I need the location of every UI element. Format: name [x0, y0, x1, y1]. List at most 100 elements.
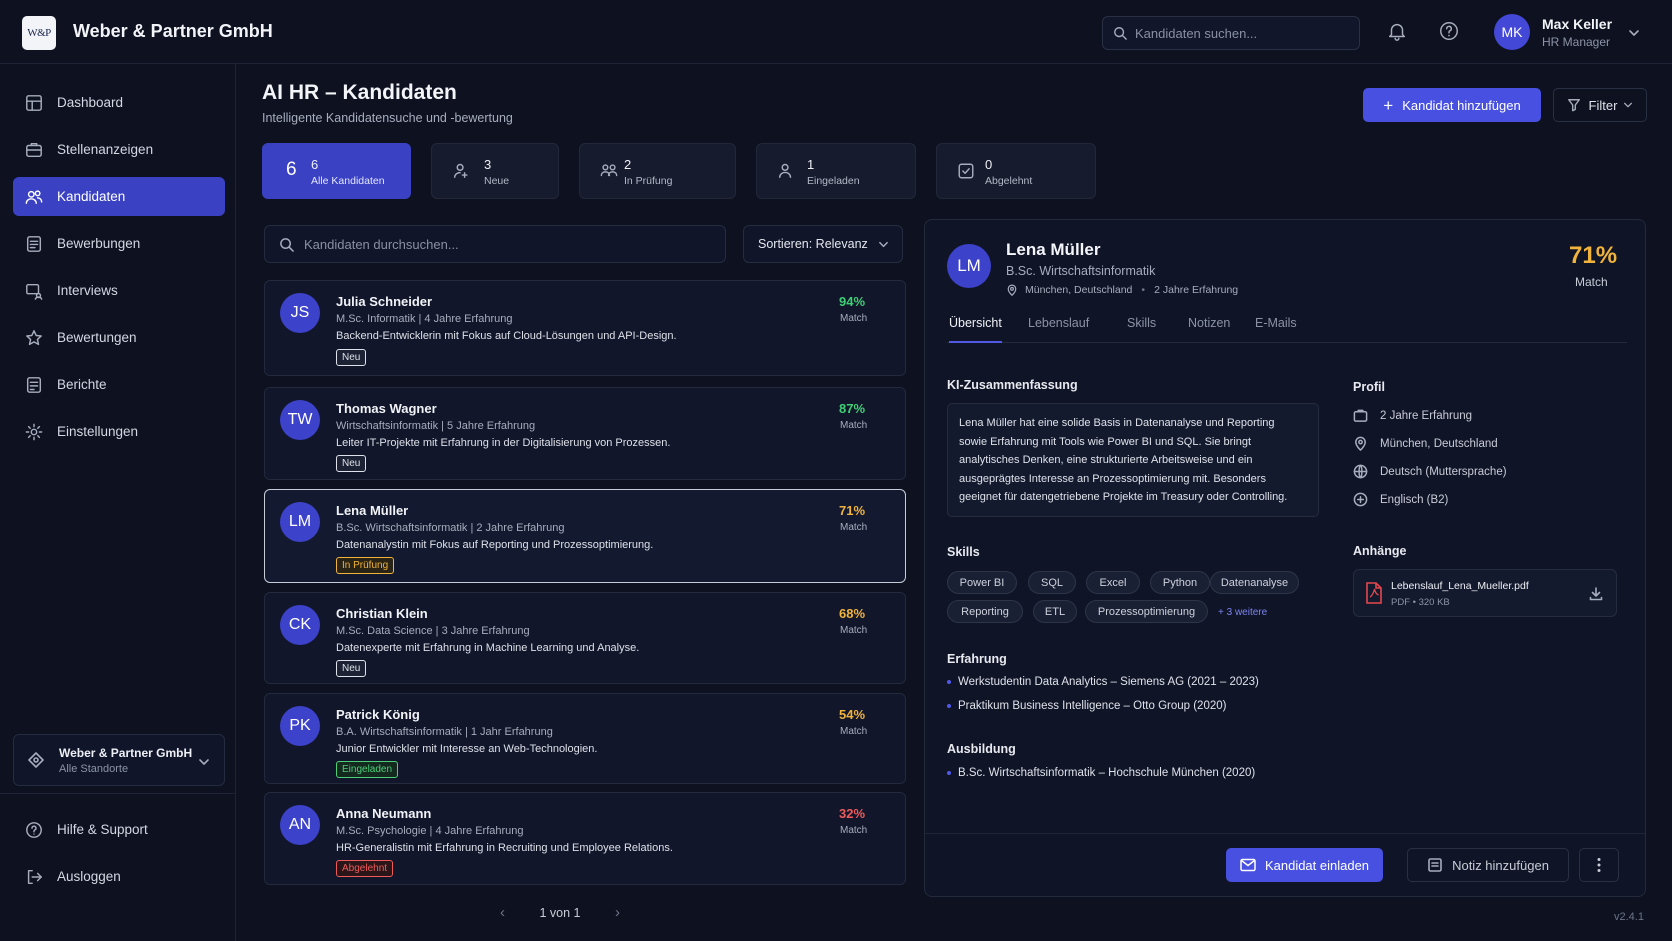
sidebar-item-label: Interviews — [57, 283, 118, 298]
candidate-name: Christian Klein — [336, 606, 428, 621]
profile-title: Profil — [1353, 380, 1385, 394]
avatar: JS — [280, 293, 320, 333]
sidebar-item-interviews[interactable]: Interviews — [13, 271, 225, 310]
document-icon — [26, 235, 42, 252]
skill-chip[interactable]: Excel — [1086, 571, 1140, 594]
detail-meta: München, Deutschland • 2 Jahre Erfahrung — [1006, 284, 1238, 296]
user-role: HR Manager — [1542, 35, 1611, 49]
skill-chip[interactable]: SQL — [1028, 571, 1076, 594]
experience-text: Werkstudentin Data Analytics – Siemens A… — [958, 676, 1259, 688]
sort-select[interactable]: Sortieren: Relevanz — [743, 225, 903, 263]
stat-label: Eingeladen — [807, 175, 860, 187]
sidebar-item-kandidaten[interactable]: Kandidaten — [13, 177, 225, 216]
org-switcher[interactable]: Weber & Partner GmbH Alle Standorte — [13, 734, 225, 786]
prev-page-icon[interactable]: ‹ — [500, 904, 505, 921]
stat-label: In Prüfung — [624, 175, 673, 187]
tab-skills[interactable]: Skills — [1127, 316, 1156, 343]
sidebar-item-dashboard[interactable]: Dashboard — [13, 83, 225, 122]
avatar: AN — [280, 805, 320, 845]
candidate-card-julia-schneider[interactable]: JS Julia Schneider M.Sc. Informatik | 4 … — [264, 280, 906, 376]
skill-chip[interactable]: ETL — [1033, 600, 1077, 623]
summary-line: Lena Müller hat eine solide Basis in Dat… — [959, 417, 1275, 429]
stat-number: 6 — [311, 157, 319, 172]
rejected-icon — [958, 163, 974, 179]
help-icon[interactable] — [1438, 20, 1460, 42]
org-sub: Alle Standorte — [59, 763, 129, 775]
sidebar-item-help[interactable]: Hilfe & Support — [13, 810, 225, 849]
candidate-education: M.Sc. Informatik | 4 Jahre Erfahrung — [336, 313, 513, 325]
match-percent: 32% — [839, 806, 866, 821]
status-badge: Abgelehnt — [336, 860, 394, 877]
sidebar-item-bewertungen[interactable]: Bewertungen — [13, 318, 225, 357]
match-percent: 68% — [839, 606, 866, 621]
stat-invited[interactable]: 1 Eingeladen — [756, 143, 916, 199]
detail-name: Lena Müller — [1006, 240, 1101, 259]
stat-number: 2 — [624, 157, 632, 172]
skill-chip[interactable]: Prozessoptimierung — [1085, 600, 1208, 623]
briefcase-icon — [26, 142, 42, 157]
stat-all-candidates[interactable]: 6 6 Alle Kandidaten — [262, 143, 411, 199]
page-title: AI HR – Kandidaten — [262, 81, 457, 104]
candidate-detail-panel: LM Lena Müller B.Sc. Wirtschaftsinformat… — [924, 219, 1646, 897]
add-note-button[interactable]: Notiz hinzufügen — [1407, 848, 1569, 882]
experience-title: Erfahrung — [947, 652, 1007, 666]
avatar: LM — [947, 244, 991, 288]
skill-chip[interactable]: Power BI — [947, 571, 1017, 594]
candidate-card-lena-mueller[interactable]: LM Lena Müller B.Sc. Wirtschaftsinformat… — [264, 489, 906, 583]
add-candidate-button[interactable]: + Kandidat hinzufügen — [1363, 88, 1541, 122]
candidate-description: Junior Entwickler mit Interesse an Web-T… — [336, 743, 598, 755]
candidate-search[interactable] — [264, 225, 726, 263]
search-icon — [1114, 27, 1127, 40]
sidebar-item-berichte[interactable]: Berichte — [13, 365, 225, 404]
candidate-card-anna-neumann[interactable]: AN Anna Neumann M.Sc. Psychologie | 4 Ja… — [264, 792, 906, 885]
tab-notizen[interactable]: Notizen — [1188, 316, 1230, 343]
download-icon[interactable] — [1588, 586, 1604, 602]
tab-lebenslauf[interactable]: Lebenslauf — [1028, 316, 1089, 343]
detail-experience: 2 Jahre Erfahrung — [1154, 284, 1239, 296]
stat-big-number: 6 — [286, 159, 297, 180]
tab-emails[interactable]: E-Mails — [1255, 316, 1297, 343]
sidebar-item-einstellungen[interactable]: Einstellungen — [13, 412, 225, 451]
global-search[interactable] — [1102, 16, 1360, 50]
candidate-card-christian-klein[interactable]: CK Christian Klein M.Sc. Data Science | … — [264, 592, 906, 684]
candidate-search-input[interactable] — [304, 236, 704, 252]
stat-in-review[interactable]: 2 In Prüfung — [579, 143, 736, 199]
attachments-title: Anhänge — [1353, 544, 1407, 558]
next-page-icon[interactable]: › — [615, 904, 620, 921]
page-subtitle: Intelligente Kandidatensuche und -bewert… — [262, 111, 513, 125]
global-search-input[interactable] — [1135, 25, 1355, 41]
mail-icon — [1240, 858, 1256, 872]
pdf-file-icon — [1366, 582, 1382, 604]
sidebar-item-stellenanzeigen[interactable]: Stellenanzeigen — [13, 130, 225, 169]
candidate-card-patrick-koenig[interactable]: PK Patrick König B.A. Wirtschaftsinforma… — [264, 693, 906, 784]
sidebar-item-bewerbungen[interactable]: Bewerbungen — [13, 224, 225, 263]
filter-icon — [1567, 99, 1580, 112]
more-skills-link[interactable]: + 3 weitere — [1218, 607, 1267, 618]
attachment-size: PDF • 320 KB — [1391, 597, 1450, 608]
bell-icon[interactable] — [1386, 20, 1408, 42]
invite-candidate-button[interactable]: Kandidat einladen — [1226, 848, 1383, 882]
tab-uebersicht[interactable]: Übersicht — [949, 316, 1002, 343]
sidebar-item-logout[interactable]: Ausloggen — [13, 857, 225, 896]
bullet — [947, 680, 951, 684]
gear-icon — [25, 423, 43, 440]
profile-experience: 2 Jahre Erfahrung — [1353, 408, 1472, 423]
skill-chip[interactable]: Reporting — [947, 600, 1023, 623]
experience-item: Werkstudentin Data Analytics – Siemens A… — [947, 676, 1259, 688]
candidate-education: B.Sc. Wirtschaftsinformatik | 2 Jahre Er… — [336, 522, 565, 534]
stat-new[interactable]: 3 Neue — [431, 143, 559, 199]
skill-chip[interactable]: Python — [1150, 571, 1210, 594]
skill-chip[interactable]: Datenanalyse — [1210, 571, 1299, 594]
candidate-card-thomas-wagner[interactable]: TW Thomas Wagner Wirtschaftsinformatik |… — [264, 387, 906, 480]
sidebar-item-label: Bewerbungen — [57, 236, 141, 251]
candidate-description: Backend-Entwicklerin mit Fokus auf Cloud… — [336, 330, 677, 342]
more-options-button[interactable] — [1579, 848, 1619, 882]
avatar: TW — [280, 400, 320, 440]
company-logo[interactable]: W&P — [22, 16, 56, 50]
chevron-down-icon[interactable] — [1628, 27, 1640, 39]
filter-button[interactable]: Filter — [1553, 88, 1647, 122]
attachment-item[interactable]: Lebenslauf_Lena_Mueller.pdf PDF • 320 KB — [1353, 569, 1617, 617]
chevron-down-icon — [1624, 102, 1633, 108]
stat-rejected[interactable]: 0 Abgelehnt — [936, 143, 1096, 199]
user-avatar[interactable]: MK — [1494, 14, 1530, 50]
